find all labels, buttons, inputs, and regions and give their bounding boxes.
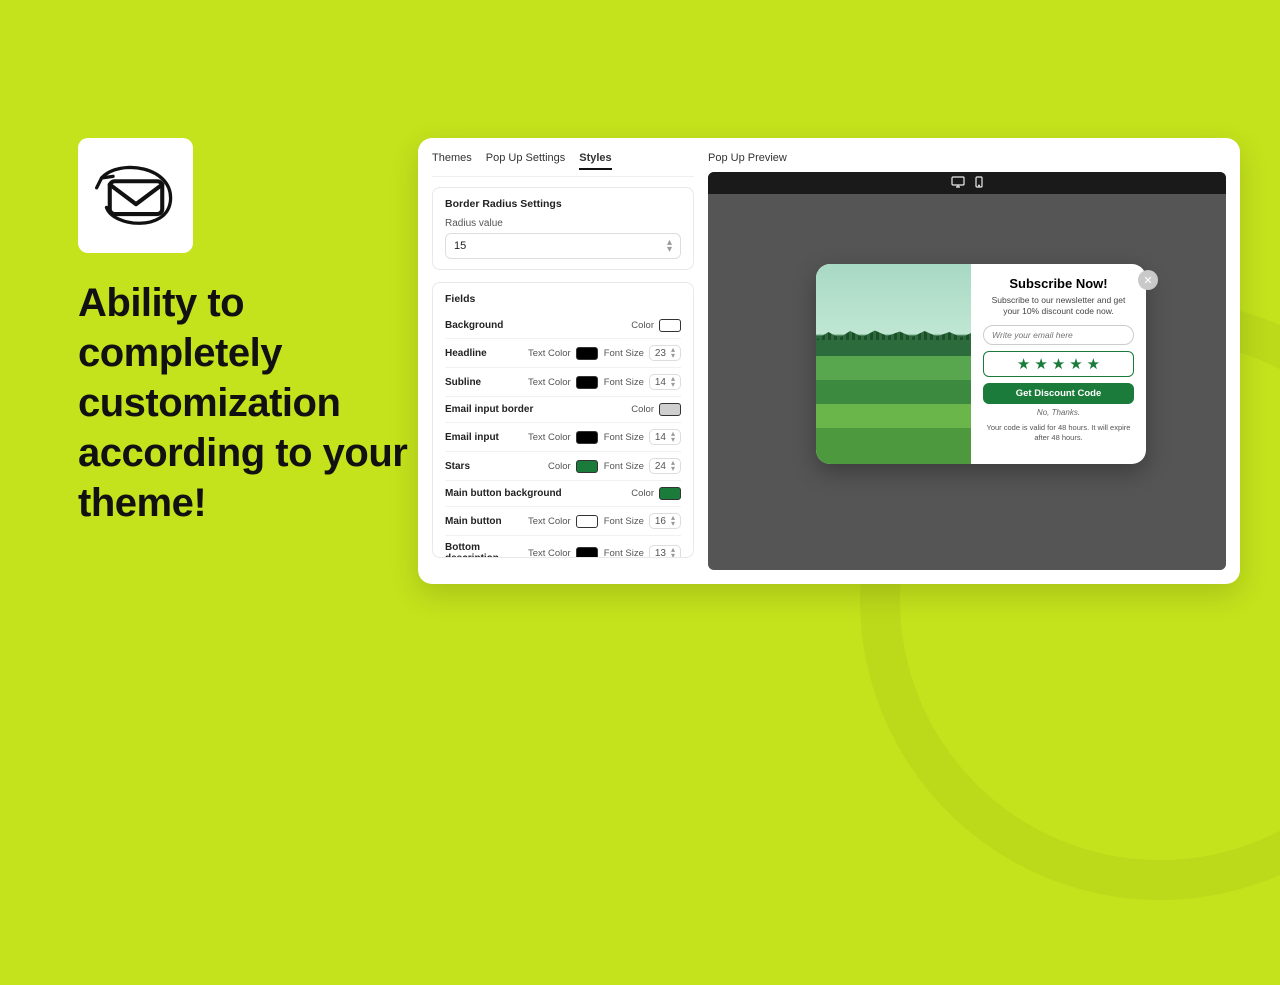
preview-window: ✕ Subscribe Now! Subscribe to our newsle… <box>708 172 1226 570</box>
popup-preview: ✕ Subscribe Now! Subscribe to our newsle… <box>816 264 1146 464</box>
desktop-icon[interactable] <box>951 176 965 191</box>
popup-fineprint: Your code is valid for 48 hours. It will… <box>983 423 1134 443</box>
row-bottom-desc: Bottom description Text Color Font Size … <box>445 535 681 558</box>
star-icon: ★ <box>1087 355 1100 373</box>
radius-value-label: Radius value <box>445 218 681 229</box>
radius-value: 15 <box>454 240 466 252</box>
row-email-input: Email input Text Color Font Size 14 ▴▾ <box>445 422 681 451</box>
popup-headline: Subscribe Now! <box>1009 276 1107 291</box>
star-icon: ★ <box>1069 355 1082 373</box>
preview-title: Pop Up Preview <box>708 152 1226 164</box>
styles-settings-panel: Themes Pop Up Settings Styles Border Rad… <box>432 152 694 570</box>
tab-styles[interactable]: Styles <box>579 152 611 170</box>
fields-card: Fields Background Color Headline Text Co… <box>432 282 694 558</box>
tab-themes[interactable]: Themes <box>432 152 472 170</box>
popup-content: ✕ Subscribe Now! Subscribe to our newsle… <box>971 264 1146 464</box>
app-logo <box>78 138 193 253</box>
popup-email-input[interactable] <box>983 325 1134 345</box>
preview-toolbar <box>708 172 1226 194</box>
email-input-text-color-swatch[interactable] <box>576 431 598 444</box>
popup-image <box>816 264 971 464</box>
row-headline: Headline Text Color Font Size 23 ▴▾ <box>445 338 681 367</box>
background-color-swatch[interactable] <box>659 319 681 332</box>
row-background: Background Color <box>445 313 681 338</box>
star-icon: ★ <box>1052 355 1065 373</box>
radius-value-stepper[interactable]: 15 ▴▾ <box>445 233 681 259</box>
main-button-bg-swatch[interactable] <box>659 487 681 500</box>
row-main-button: Main button Text Color Font Size 16 ▴▾ <box>445 506 681 535</box>
popup-decline-link[interactable]: No, Thanks. <box>1037 408 1080 417</box>
hero-headline: Ability to completely customization acco… <box>78 278 408 528</box>
row-stars: Stars Color Font Size 24 ▴▾ <box>445 451 681 480</box>
row-email-border: Email input border Color <box>445 396 681 422</box>
preview-pane: Pop Up Preview ✕ Subscribe Now! Subscrib… <box>708 152 1226 570</box>
row-main-button-bg: Main button background Color <box>445 480 681 506</box>
stepper-caret-icon[interactable]: ▴▾ <box>667 239 672 253</box>
app-window: Themes Pop Up Settings Styles Border Rad… <box>418 138 1240 584</box>
popup-subline: Subscribe to our newsletter and get your… <box>983 295 1134 317</box>
main-button-text-color-swatch[interactable] <box>576 515 598 528</box>
headline-font-size-stepper[interactable]: 23 ▴▾ <box>649 345 681 361</box>
tab-popup-settings[interactable]: Pop Up Settings <box>486 152 566 170</box>
star-icon: ★ <box>1017 355 1030 373</box>
settings-tabs: Themes Pop Up Settings Styles <box>432 152 694 177</box>
border-radius-title: Border Radius Settings <box>445 198 681 210</box>
fields-title: Fields <box>445 293 681 305</box>
subline-text-color-swatch[interactable] <box>576 376 598 389</box>
bottom-desc-font-size-stepper[interactable]: 13 ▴▾ <box>649 545 681 558</box>
row-subline: Subline Text Color Font Size 14 ▴▾ <box>445 367 681 396</box>
star-icon: ★ <box>1034 355 1047 373</box>
main-button-font-size-stepper[interactable]: 16 ▴▾ <box>649 513 681 529</box>
headline-text-color-swatch[interactable] <box>576 347 598 360</box>
close-icon[interactable]: ✕ <box>1138 270 1158 290</box>
border-radius-card: Border Radius Settings Radius value 15 ▴… <box>432 187 694 270</box>
email-input-font-size-stepper[interactable]: 14 ▴▾ <box>649 429 681 445</box>
bottom-desc-text-color-swatch[interactable] <box>576 547 598 559</box>
email-border-color-swatch[interactable] <box>659 403 681 416</box>
mobile-icon[interactable] <box>975 176 983 191</box>
subline-font-size-stepper[interactable]: 14 ▴▾ <box>649 374 681 390</box>
stars-color-swatch[interactable] <box>576 460 598 473</box>
popup-cta-button[interactable]: Get Discount Code <box>983 383 1134 404</box>
popup-stars[interactable]: ★ ★ ★ ★ ★ <box>983 351 1134 377</box>
stars-font-size-stepper[interactable]: 24 ▴▾ <box>649 458 681 474</box>
